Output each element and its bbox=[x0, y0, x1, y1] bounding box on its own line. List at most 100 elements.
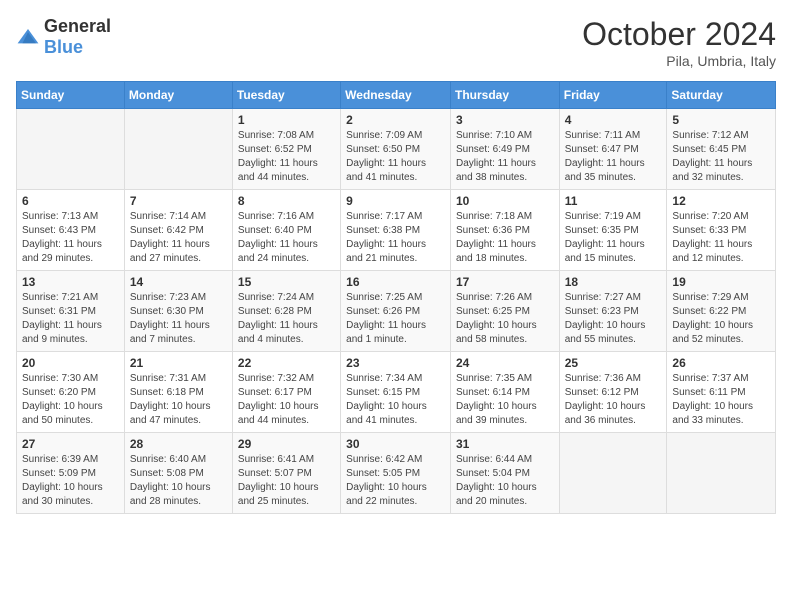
day-info: Sunrise: 7:34 AM Sunset: 6:15 PM Dayligh… bbox=[346, 372, 445, 428]
day-info: Sunrise: 7:10 AM Sunset: 6:49 PM Dayligh… bbox=[456, 129, 554, 185]
month-title: October 2024 bbox=[582, 16, 776, 53]
calendar-cell: 6 Sunrise: 7:13 AM Sunset: 6:43 PM Daylig… bbox=[17, 190, 125, 271]
day-info: Sunrise: 6:42 AM Sunset: 5:05 PM Dayligh… bbox=[346, 453, 445, 509]
day-number: 19 bbox=[672, 275, 770, 289]
calendar-cell: 28 Sunrise: 6:40 AM Sunset: 5:08 PM Dayli… bbox=[124, 433, 232, 514]
day-number: 22 bbox=[238, 356, 335, 370]
day-number: 23 bbox=[346, 356, 445, 370]
day-info: Sunrise: 7:29 AM Sunset: 6:22 PM Dayligh… bbox=[672, 291, 770, 347]
day-number: 31 bbox=[456, 437, 554, 451]
page-header: General Blue October 2024 Pila, Umbria, … bbox=[16, 16, 776, 69]
day-info: Sunrise: 7:12 AM Sunset: 6:45 PM Dayligh… bbox=[672, 129, 770, 185]
day-info: Sunrise: 7:25 AM Sunset: 6:26 PM Dayligh… bbox=[346, 291, 445, 347]
day-number: 9 bbox=[346, 194, 445, 208]
day-info: Sunrise: 7:18 AM Sunset: 6:36 PM Dayligh… bbox=[456, 210, 554, 266]
calendar-cell: 1Sunrise: 7:08 AM Sunset: 6:52 PM Daylig… bbox=[232, 109, 340, 190]
weekday-header-row: SundayMondayTuesdayWednesdayThursdayFrid… bbox=[17, 82, 776, 109]
title-area: October 2024 Pila, Umbria, Italy bbox=[582, 16, 776, 69]
calendar-week-row: 1Sunrise: 7:08 AM Sunset: 6:52 PM Daylig… bbox=[17, 109, 776, 190]
day-number: 7 bbox=[130, 194, 227, 208]
weekday-header-monday: Monday bbox=[124, 82, 232, 109]
day-info: Sunrise: 7:08 AM Sunset: 6:52 PM Dayligh… bbox=[238, 129, 335, 185]
calendar-cell: 30 Sunrise: 6:42 AM Sunset: 5:05 PM Dayli… bbox=[341, 433, 451, 514]
weekday-header-wednesday: Wednesday bbox=[341, 82, 451, 109]
calendar-cell: 21 Sunrise: 7:31 AM Sunset: 6:18 PM Dayli… bbox=[124, 352, 232, 433]
day-info: Sunrise: 6:44 AM Sunset: 5:04 PM Dayligh… bbox=[456, 453, 554, 509]
day-info: Sunrise: 7:27 AM Sunset: 6:23 PM Dayligh… bbox=[565, 291, 662, 347]
calendar-cell: 4Sunrise: 7:11 AM Sunset: 6:47 PM Daylig… bbox=[559, 109, 667, 190]
weekday-header-friday: Friday bbox=[559, 82, 667, 109]
day-number: 16 bbox=[346, 275, 445, 289]
calendar-week-row: 20 Sunrise: 7:30 AM Sunset: 6:20 PM Dayli… bbox=[17, 352, 776, 433]
calendar-cell: 11 Sunrise: 7:19 AM Sunset: 6:35 PM Dayli… bbox=[559, 190, 667, 271]
calendar-cell: 2 Sunrise: 7:09 AM Sunset: 6:50 PM Daylig… bbox=[341, 109, 451, 190]
day-number: 18 bbox=[565, 275, 662, 289]
calendar-cell bbox=[559, 433, 667, 514]
calendar-cell: 22Sunrise: 7:32 AM Sunset: 6:17 PM Dayli… bbox=[232, 352, 340, 433]
calendar-cell: 8Sunrise: 7:16 AM Sunset: 6:40 PM Daylig… bbox=[232, 190, 340, 271]
weekday-header-saturday: Saturday bbox=[667, 82, 776, 109]
weekday-header-sunday: Sunday bbox=[17, 82, 125, 109]
day-number: 25 bbox=[565, 356, 662, 370]
day-number: 15 bbox=[238, 275, 335, 289]
day-number: 30 bbox=[346, 437, 445, 451]
day-number: 5 bbox=[672, 113, 770, 127]
day-info: Sunrise: 7:16 AM Sunset: 6:40 PM Dayligh… bbox=[238, 210, 335, 266]
day-info: Sunrise: 7:09 AM Sunset: 6:50 PM Dayligh… bbox=[346, 129, 445, 185]
calendar-cell: 12 Sunrise: 7:20 AM Sunset: 6:33 PM Dayli… bbox=[667, 190, 776, 271]
day-number: 28 bbox=[130, 437, 227, 451]
calendar-cell: 29Sunrise: 6:41 AM Sunset: 5:07 PM Dayli… bbox=[232, 433, 340, 514]
day-info: Sunrise: 7:26 AM Sunset: 6:25 PM Dayligh… bbox=[456, 291, 554, 347]
calendar-week-row: 13Sunrise: 7:21 AM Sunset: 6:31 PM Dayli… bbox=[17, 271, 776, 352]
calendar-cell: 7Sunrise: 7:14 AM Sunset: 6:42 PM Daylig… bbox=[124, 190, 232, 271]
day-number: 11 bbox=[565, 194, 662, 208]
day-info: Sunrise: 7:35 AM Sunset: 6:14 PM Dayligh… bbox=[456, 372, 554, 428]
day-number: 12 bbox=[672, 194, 770, 208]
day-number: 27 bbox=[22, 437, 119, 451]
calendar-cell: 18 Sunrise: 7:27 AM Sunset: 6:23 PM Dayli… bbox=[559, 271, 667, 352]
day-number: 29 bbox=[238, 437, 335, 451]
day-info: Sunrise: 7:20 AM Sunset: 6:33 PM Dayligh… bbox=[672, 210, 770, 266]
day-number: 17 bbox=[456, 275, 554, 289]
day-info: Sunrise: 7:37 AM Sunset: 6:11 PM Dayligh… bbox=[672, 372, 770, 428]
calendar-cell: 9 Sunrise: 7:17 AM Sunset: 6:38 PM Daylig… bbox=[341, 190, 451, 271]
calendar-cell: 15 Sunrise: 7:24 AM Sunset: 6:28 PM Dayli… bbox=[232, 271, 340, 352]
logo-blue-text: Blue bbox=[44, 37, 83, 57]
day-info: Sunrise: 7:19 AM Sunset: 6:35 PM Dayligh… bbox=[565, 210, 662, 266]
day-number: 4 bbox=[565, 113, 662, 127]
calendar-cell: 23 Sunrise: 7:34 AM Sunset: 6:15 PM Dayli… bbox=[341, 352, 451, 433]
calendar-cell: 3Sunrise: 7:10 AM Sunset: 6:49 PM Daylig… bbox=[450, 109, 559, 190]
calendar-cell: 26 Sunrise: 7:37 AM Sunset: 6:11 PM Dayli… bbox=[667, 352, 776, 433]
weekday-header-tuesday: Tuesday bbox=[232, 82, 340, 109]
day-info: Sunrise: 7:17 AM Sunset: 6:38 PM Dayligh… bbox=[346, 210, 445, 266]
calendar-cell: 5 Sunrise: 7:12 AM Sunset: 6:45 PM Daylig… bbox=[667, 109, 776, 190]
calendar-cell: 13Sunrise: 7:21 AM Sunset: 6:31 PM Dayli… bbox=[17, 271, 125, 352]
calendar-cell: 25 Sunrise: 7:36 AM Sunset: 6:12 PM Dayli… bbox=[559, 352, 667, 433]
day-info: Sunrise: 7:31 AM Sunset: 6:18 PM Dayligh… bbox=[130, 372, 227, 428]
day-info: Sunrise: 7:30 AM Sunset: 6:20 PM Dayligh… bbox=[22, 372, 119, 428]
calendar-cell: 14 Sunrise: 7:23 AM Sunset: 6:30 PM Dayli… bbox=[124, 271, 232, 352]
day-number: 13 bbox=[22, 275, 119, 289]
day-info: Sunrise: 7:23 AM Sunset: 6:30 PM Dayligh… bbox=[130, 291, 227, 347]
location-title: Pila, Umbria, Italy bbox=[582, 53, 776, 69]
day-info: Sunrise: 6:40 AM Sunset: 5:08 PM Dayligh… bbox=[130, 453, 227, 509]
day-number: 26 bbox=[672, 356, 770, 370]
weekday-header-thursday: Thursday bbox=[450, 82, 559, 109]
calendar-week-row: 27Sunrise: 6:39 AM Sunset: 5:09 PM Dayli… bbox=[17, 433, 776, 514]
calendar-cell: 24Sunrise: 7:35 AM Sunset: 6:14 PM Dayli… bbox=[450, 352, 559, 433]
logo-icon bbox=[16, 27, 40, 47]
calendar-cell: 17 Sunrise: 7:26 AM Sunset: 6:25 PM Dayli… bbox=[450, 271, 559, 352]
calendar-cell bbox=[667, 433, 776, 514]
calendar-week-row: 6 Sunrise: 7:13 AM Sunset: 6:43 PM Daylig… bbox=[17, 190, 776, 271]
day-info: Sunrise: 7:13 AM Sunset: 6:43 PM Dayligh… bbox=[22, 210, 119, 266]
day-number: 6 bbox=[22, 194, 119, 208]
day-info: Sunrise: 7:36 AM Sunset: 6:12 PM Dayligh… bbox=[565, 372, 662, 428]
day-number: 21 bbox=[130, 356, 227, 370]
day-number: 14 bbox=[130, 275, 227, 289]
calendar-cell bbox=[17, 109, 125, 190]
logo-general-text: General bbox=[44, 16, 111, 36]
day-number: 2 bbox=[346, 113, 445, 127]
day-number: 20 bbox=[22, 356, 119, 370]
day-info: Sunrise: 7:24 AM Sunset: 6:28 PM Dayligh… bbox=[238, 291, 335, 347]
day-number: 10 bbox=[456, 194, 554, 208]
